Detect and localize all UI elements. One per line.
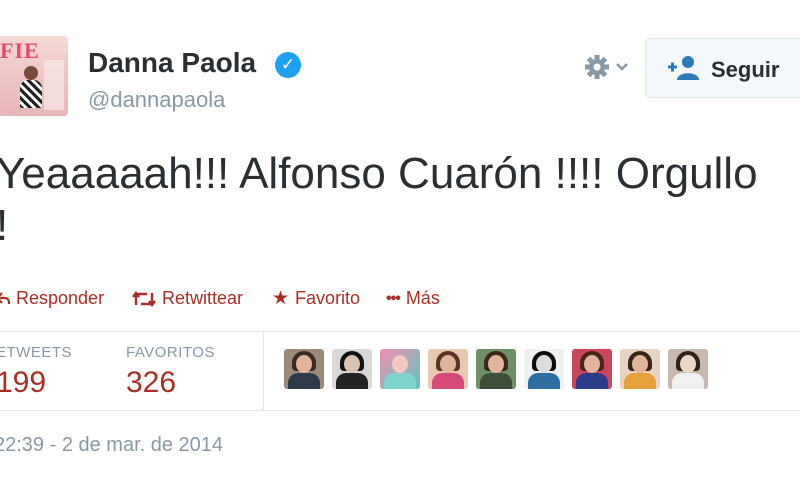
favoriter-avatar[interactable] xyxy=(428,349,468,389)
stats-bottom-divider xyxy=(0,410,800,411)
favoriter-avatar[interactable] xyxy=(284,349,324,389)
favorite-label: Favorito xyxy=(295,288,361,308)
avatar[interactable]: FIE xyxy=(0,36,68,116)
username-handle[interactable]: @dannapaola xyxy=(88,87,225,113)
favoriter-avatar[interactable] xyxy=(572,349,612,389)
follow-user-plus-icon xyxy=(668,56,699,80)
favoriter-avatar[interactable] xyxy=(668,349,708,389)
favorites-label: FAVORITOS xyxy=(126,344,215,361)
favoriter-avatar[interactable] xyxy=(524,349,564,389)
tweet-text-line-2: ! xyxy=(0,200,796,252)
more-button[interactable]: ••• Más xyxy=(386,288,440,309)
tweet-timestamp[interactable]: 22:39 - 2 de mar. de 2014 xyxy=(0,434,223,457)
display-name[interactable]: Danna Paola xyxy=(88,47,256,79)
tweet-text: Yeaaaaah!!! Alfonso Cuarón !!!! Orgullo … xyxy=(0,148,796,252)
more-label: Más xyxy=(405,288,440,308)
retweets-count[interactable]: 199 xyxy=(0,366,46,400)
verified-badge-icon: ✓ xyxy=(275,52,301,78)
tweet-text-line-1: Yeaaaaah!!! Alfonso Cuarón !!!! Orgullo xyxy=(0,149,758,198)
retweet-label: Retwittear xyxy=(162,288,244,308)
ellipsis-icon: ••• xyxy=(386,289,401,307)
follow-button[interactable]: Seguir xyxy=(645,38,800,98)
reply-label: Responder xyxy=(16,288,105,308)
gear-icon xyxy=(585,55,628,79)
avatar-magazine-logo: FIE xyxy=(0,38,40,63)
retweet-button[interactable]: Retwittear xyxy=(132,288,243,309)
favorite-button[interactable]: ★ Favorito xyxy=(272,288,360,309)
reply-arrow-icon xyxy=(0,291,10,304)
retweet-icon xyxy=(132,290,156,307)
favoriter-avatar[interactable] xyxy=(620,349,660,389)
favorites-count[interactable]: 326 xyxy=(126,366,176,400)
stats-top-divider xyxy=(0,331,800,332)
chevron-down-icon xyxy=(616,63,628,71)
favoriter-avatar[interactable] xyxy=(332,349,372,389)
reply-button[interactable]: Responder xyxy=(0,288,104,309)
stats-vertical-divider xyxy=(263,332,264,410)
retweets-label: ETWEETS xyxy=(0,344,73,361)
favoriter-avatar[interactable] xyxy=(380,349,420,389)
settings-menu-button[interactable] xyxy=(583,52,635,82)
favoriter-avatar[interactable] xyxy=(476,349,516,389)
follow-button-label: Seguir xyxy=(711,57,780,82)
star-icon: ★ xyxy=(272,288,290,309)
